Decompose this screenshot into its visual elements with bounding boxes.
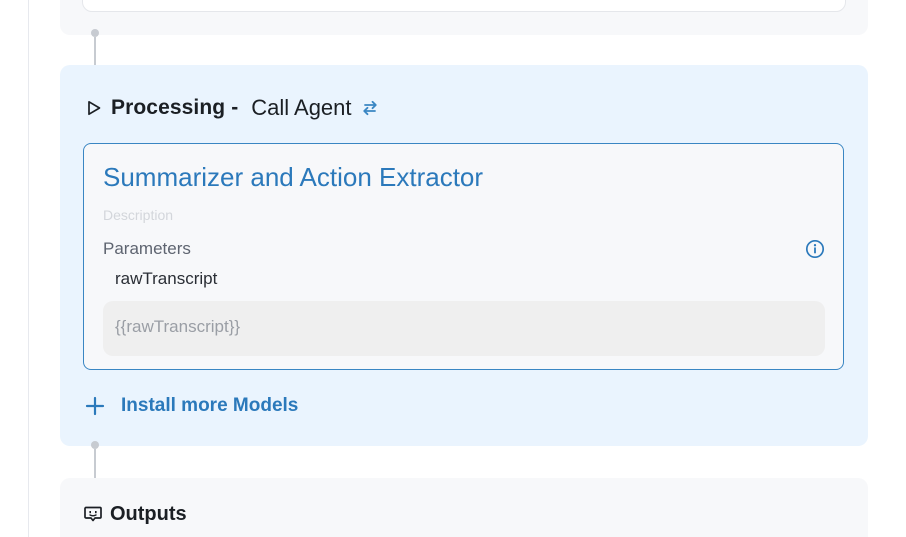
parameter-name: rawTranscript (115, 269, 218, 288)
left-divider (28, 0, 29, 537)
play-outline-icon[interactable] (86, 100, 102, 116)
parameter-value-field[interactable]: {{rawTranscript}} (103, 301, 825, 356)
previous-section-card[interactable] (82, 0, 846, 12)
parameter-value: {{rawTranscript}} (115, 317, 241, 336)
chat-bot-icon (84, 506, 102, 522)
connector-dot (91, 29, 99, 37)
processing-separator: - (231, 96, 239, 119)
agent-name[interactable]: Summarizer and Action Extractor (103, 162, 483, 193)
swap-arrows-icon[interactable] (360, 98, 380, 118)
info-circle-icon[interactable] (805, 239, 825, 259)
connector-bottom (90, 441, 100, 491)
plus-icon (85, 396, 105, 416)
processing-title: Processing (111, 96, 226, 119)
outputs-title: Outputs (110, 502, 187, 525)
parameters-label: Parameters (103, 239, 191, 258)
install-more-models-label: Install more Models (121, 395, 299, 416)
connector-top (90, 29, 100, 78)
processing-subtitle: Call Agent (251, 95, 352, 120)
outputs-section: Outputs (60, 478, 868, 537)
install-more-models-button[interactable]: Install more Models (85, 393, 298, 419)
agent-card[interactable]: Summarizer and Action Extractor Descript… (83, 143, 844, 370)
processing-section: Processing - Call Agent Summarizer and A… (60, 65, 868, 446)
workflow-canvas: Processing - Call Agent Summarizer and A… (0, 0, 906, 537)
connector-dot (91, 441, 99, 449)
previous-section (60, 0, 868, 35)
agent-description-placeholder[interactable]: Description (103, 207, 173, 223)
outputs-header: Outputs (83, 500, 187, 528)
processing-header: Processing - Call Agent (86, 93, 380, 123)
